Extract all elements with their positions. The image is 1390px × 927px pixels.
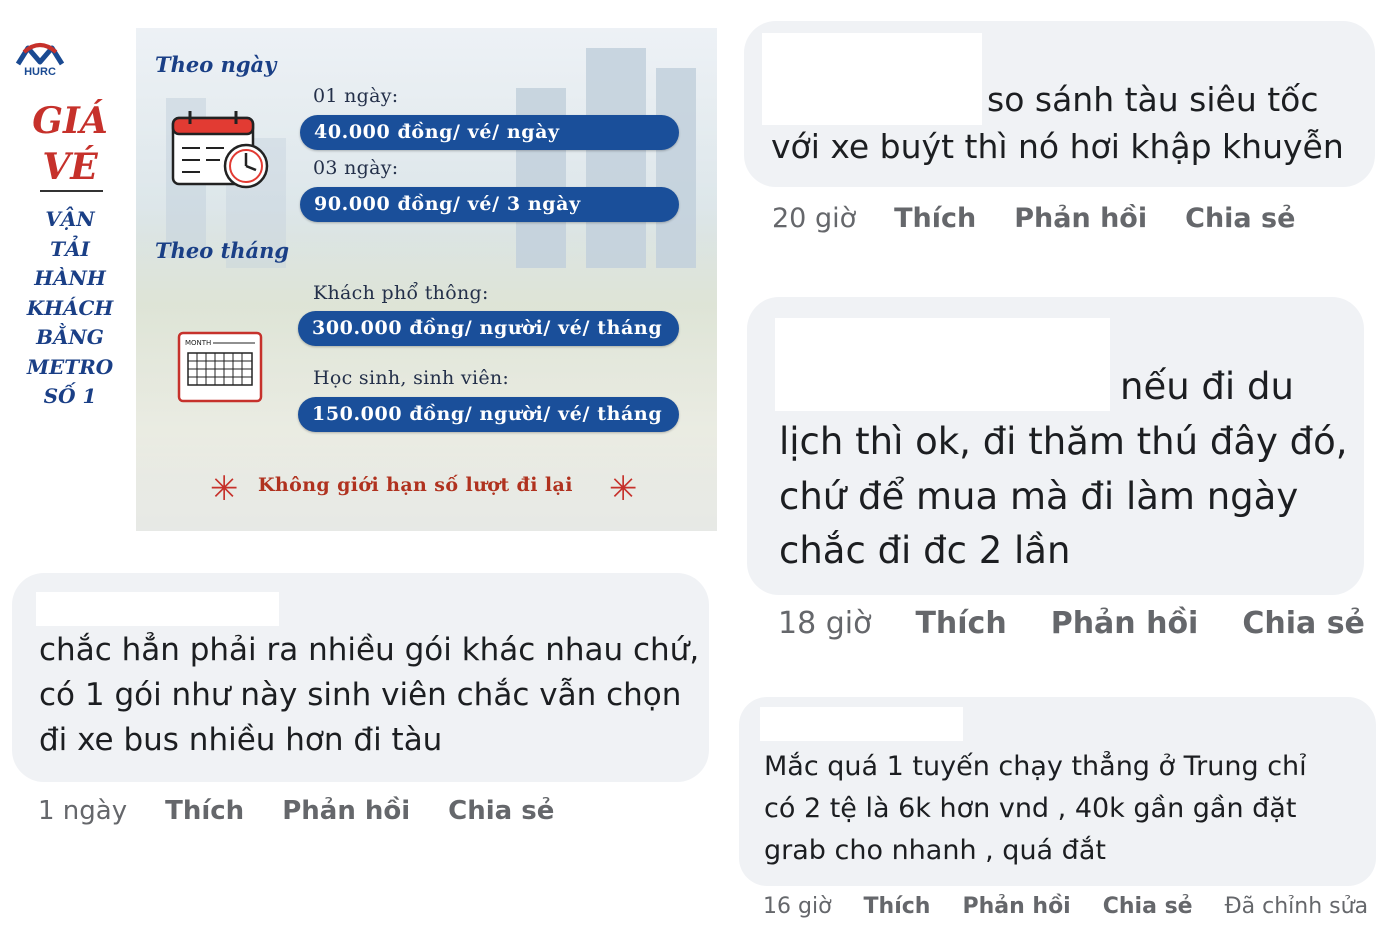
comment-text-line: chứ để mua mà đi làm ngày	[779, 475, 1299, 518]
comment-actions: 18 giờ Thích Phản hồi Chia sẻ	[778, 606, 1365, 641]
poster-background	[136, 28, 717, 531]
comment-text-line: chắc hẳn phải ra nhiều gói khác nhau chứ…	[39, 632, 700, 668]
redacted-author	[36, 592, 279, 626]
like-button[interactable]: Thích	[894, 203, 976, 234]
share-button[interactable]: Chia sẻ	[1103, 894, 1193, 919]
unlimited-rides-note: Không giới hạn số lượt đi lại	[258, 474, 573, 496]
poster-title: GIÁ VÉ	[22, 98, 118, 190]
price-pill: 300.000 đồng/ người/ vé/ tháng	[298, 311, 679, 346]
redacted-author	[775, 318, 1110, 411]
comment-text-line: so sánh tàu siêu tốc	[987, 80, 1319, 119]
subtitle-line: SỐ 1	[43, 384, 97, 408]
comment-text-line: nếu đi du	[1120, 365, 1294, 408]
comment-text-line: có 2 tệ là 6k hơn vnd , 40k gần gần đặt	[764, 793, 1297, 824]
subtitle-line: VẬN	[45, 207, 95, 231]
reply-button[interactable]: Phản hồi	[962, 894, 1070, 919]
subtitle-line: HÀNH	[34, 266, 106, 290]
poster-subtitle: VẬN TẢI HÀNH KHÁCH BẰNG METRO SỐ 1	[18, 205, 122, 412]
share-button[interactable]: Chia sẻ	[1185, 203, 1295, 234]
comment-actions: 1 ngày Thích Phản hồi Chia sẻ	[38, 796, 554, 826]
like-button[interactable]: Thích	[165, 796, 244, 826]
price-caption: 01 ngày:	[313, 85, 399, 107]
like-button[interactable]: Thích	[864, 894, 931, 919]
edited-label[interactable]: Đã chỉnh sửa	[1225, 894, 1368, 919]
comment-actions: 16 giờ Thích Phản hồi Chia sẻ Đã chỉnh s…	[763, 894, 1368, 919]
asterisk-icon: ✳	[609, 469, 638, 509]
comment-text-line: với xe buýt thì nó hơi khập khuyễn	[771, 127, 1344, 166]
reply-button[interactable]: Phản hồi	[1014, 203, 1147, 234]
title-divider	[40, 190, 103, 192]
price-pill: 40.000 đồng/ vé/ ngày	[300, 115, 679, 150]
theo-thang-label: Theo tháng	[155, 238, 290, 263]
like-button[interactable]: Thích	[915, 606, 1006, 641]
logo-text: HURC	[24, 66, 56, 78]
comment-text-line: lịch thì ok, đi thăm thú đây đó,	[779, 420, 1348, 463]
reply-button[interactable]: Phản hồi	[282, 796, 410, 826]
price-caption: Học sinh, sinh viên:	[313, 367, 510, 389]
comment-timestamp[interactable]: 20 giờ	[772, 203, 856, 234]
comment-timestamp[interactable]: 1 ngày	[38, 796, 127, 826]
comment-text-line: có 1 gói như này sinh viên chắc vẫn chọn	[39, 677, 682, 713]
asterisk-icon: ✳	[210, 469, 239, 509]
share-button[interactable]: Chia sẻ	[1242, 606, 1365, 641]
comment-text-line: đi xe bus nhiều hơn đi tàu	[39, 722, 443, 758]
comment-timestamp[interactable]: 18 giờ	[778, 606, 871, 641]
share-button[interactable]: Chia sẻ	[448, 796, 554, 826]
calendar-clock-icon	[171, 111, 269, 189]
reply-button[interactable]: Phản hồi	[1051, 606, 1199, 641]
comment-timestamp[interactable]: 16 giờ	[763, 894, 832, 919]
comment-actions: 20 giờ Thích Phản hồi Chia sẻ	[772, 203, 1295, 234]
comment-text-line: Mắc quá 1 tuyến chạy thẳng ở Trung chỉ	[764, 751, 1307, 782]
calendar-month-label: MONTH	[185, 339, 211, 347]
redacted-author	[760, 707, 963, 741]
redacted-author	[762, 33, 982, 125]
price-caption: 03 ngày:	[313, 157, 399, 179]
subtitle-line: METRO	[26, 354, 114, 379]
poster-title-line: VÉ	[42, 146, 98, 188]
price-pill: 150.000 đồng/ người/ vé/ tháng	[298, 397, 679, 432]
price-caption: Khách phổ thông:	[313, 282, 489, 304]
subtitle-line: KHÁCH	[26, 295, 114, 320]
price-pill: 90.000 đồng/ vé/ 3 ngày	[300, 187, 679, 222]
monthly-calendar-icon: MONTH	[177, 331, 263, 403]
comment-text-line: chắc đi đc 2 lần	[779, 529, 1071, 572]
comment-text-line: grab cho nhanh , quá đắt	[764, 835, 1106, 866]
subtitle-line: BẰNG	[36, 325, 104, 349]
poster-title-line: GIÁ	[32, 100, 108, 142]
subtitle-line: TẢI	[50, 236, 90, 261]
theo-ngay-label: Theo ngày	[155, 52, 277, 77]
